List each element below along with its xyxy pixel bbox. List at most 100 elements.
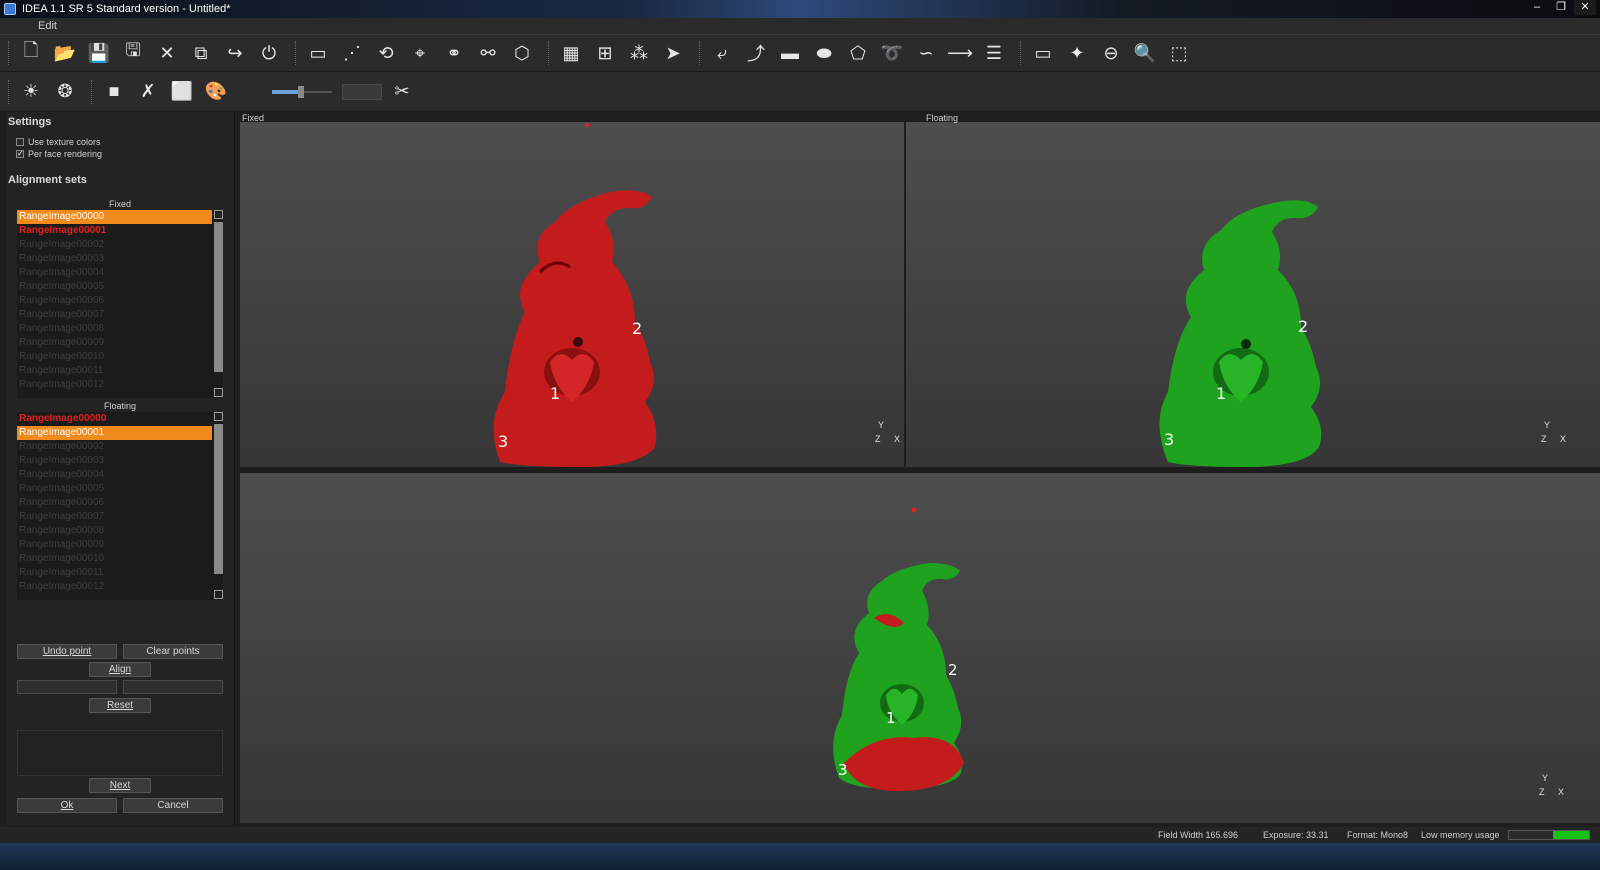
- save-as-icon[interactable]: 🖫: [119, 39, 147, 67]
- light-icon[interactable]: ☀: [17, 78, 45, 106]
- merged-viewport[interactable]: 1 2 3 Y Z X: [240, 473, 1600, 823]
- scatter-icon[interactable]: ⁂: [625, 39, 653, 67]
- curve-icon[interactable]: ⤴: [742, 39, 770, 67]
- layers-icon[interactable]: ☰: [980, 39, 1008, 67]
- power-icon[interactable]: ⏻: [255, 39, 283, 67]
- floating-scrollbar[interactable]: [214, 424, 223, 574]
- align-button[interactable]: Align: [89, 662, 151, 677]
- close-button[interactable]: ✕: [1574, 0, 1596, 15]
- tools-icon[interactable]: ✂: [388, 78, 416, 106]
- zoom-icon[interactable]: 🔍: [1131, 39, 1159, 67]
- list-item[interactable]: RangeImage00007: [17, 308, 212, 322]
- rectangle-icon[interactable]: ▬: [776, 39, 804, 67]
- list-item[interactable]: RangeImage00001: [17, 224, 212, 238]
- undo-point-button[interactable]: Undo point: [17, 644, 117, 659]
- floating-viewport[interactable]: 1 2 3 Y Z X: [906, 122, 1600, 467]
- result-field-left: [17, 680, 117, 694]
- align-icon[interactable]: ⌖: [406, 39, 434, 67]
- next-button[interactable]: Next: [89, 778, 151, 793]
- bend-icon[interactable]: ⤶: [708, 39, 736, 67]
- list-item[interactable]: RangeImage00011: [17, 364, 212, 378]
- list-item[interactable]: RangeImage00000: [17, 210, 212, 224]
- fixed-scrollbar[interactable]: [214, 222, 223, 372]
- restore-button[interactable]: ❐: [1550, 0, 1572, 15]
- plane-icon[interactable]: ⊖: [1097, 39, 1125, 67]
- fixed-viewport[interactable]: 1 2 3 Y Z X: [240, 122, 904, 467]
- polygon-icon[interactable]: ⬠: [844, 39, 872, 67]
- list-item[interactable]: RangeImage00011: [17, 566, 212, 580]
- window-icon[interactable]: ▭: [1029, 39, 1057, 67]
- menu-edit[interactable]: Edit: [38, 20, 57, 32]
- per-face-rendering-checkbox[interactable]: ✓ Per face rendering: [7, 148, 234, 160]
- toolbar-separator: [295, 41, 298, 65]
- list-item[interactable]: RangeImage00010: [17, 552, 212, 566]
- list-item[interactable]: RangeImage00002: [17, 238, 212, 252]
- toolbar-separator: [1020, 41, 1023, 65]
- fixed-select-all-checkbox[interactable]: [214, 210, 223, 219]
- list-item[interactable]: RangeImage00012: [17, 580, 212, 594]
- list-item[interactable]: RangeImage00006: [17, 294, 212, 308]
- list-item[interactable]: RangeImage00009: [17, 538, 212, 552]
- slider-value-field[interactable]: [342, 83, 382, 100]
- cube-icon[interactable]: ⬚: [1165, 39, 1193, 67]
- list-item[interactable]: RangeImage00001: [17, 426, 212, 440]
- checkbox-box-checked[interactable]: ✓: [16, 150, 24, 158]
- list-item[interactable]: RangeImage00007: [17, 510, 212, 524]
- matrix-icon[interactable]: ⊞: [591, 39, 619, 67]
- list-item[interactable]: RangeImage00003: [17, 252, 212, 266]
- floating-select-all-checkbox[interactable]: [214, 412, 223, 421]
- list-item[interactable]: RangeImage00005: [17, 482, 212, 496]
- opacity-slider[interactable]: [272, 85, 332, 98]
- list-item[interactable]: RangeImage00002: [17, 440, 212, 454]
- checkbox-box[interactable]: [16, 138, 24, 146]
- ok-button[interactable]: Ok: [17, 798, 117, 813]
- slider-knob[interactable]: [298, 85, 304, 98]
- lasso-icon[interactable]: ➰: [878, 39, 906, 67]
- line-icon[interactable]: ∽: [912, 39, 940, 67]
- view-toolbar: ☀ ❂ ■ ✗ ⬜ 🎨 ✂: [0, 72, 1600, 112]
- list-item[interactable]: RangeImage00004: [17, 266, 212, 280]
- scanner-icon[interactable]: ▭: [304, 39, 332, 67]
- floating-bottom-checkbox[interactable]: [214, 590, 223, 599]
- ellipse-icon[interactable]: ⬬: [810, 39, 838, 67]
- copy-icon[interactable]: ⧉: [187, 39, 215, 67]
- grid-icon[interactable]: ▦: [557, 39, 585, 67]
- rotate-icon[interactable]: ⟲: [372, 39, 400, 67]
- list-item[interactable]: RangeImage00010: [17, 350, 212, 364]
- list-item[interactable]: RangeImage00009: [17, 336, 212, 350]
- list-item[interactable]: RangeImage00008: [17, 524, 212, 538]
- use-texture-colors-checkbox[interactable]: Use texture colors: [7, 136, 234, 148]
- app-icon: [4, 3, 16, 15]
- color-icon[interactable]: ⬜: [168, 78, 196, 106]
- cancel-button[interactable]: Cancel: [123, 798, 223, 813]
- list-item[interactable]: RangeImage00003: [17, 454, 212, 468]
- shader-icon[interactable]: ❂: [51, 78, 79, 106]
- list-item[interactable]: RangeImage00012: [17, 378, 212, 392]
- palette-icon[interactable]: 🎨: [202, 78, 230, 106]
- list-item[interactable]: RangeImage00000: [17, 412, 212, 426]
- open-icon[interactable]: 📂: [51, 39, 79, 67]
- wand-icon[interactable]: ✗: [134, 78, 162, 106]
- fixed-bottom-checkbox[interactable]: [214, 388, 223, 397]
- merge-icon[interactable]: ⚭: [440, 39, 468, 67]
- minimize-button[interactable]: –: [1526, 0, 1548, 15]
- points-icon[interactable]: ⋰: [338, 39, 366, 67]
- clear-points-button[interactable]: Clear points: [123, 644, 223, 659]
- new-icon[interactable]: 🗋: [17, 39, 45, 67]
- list-item[interactable]: RangeImage00005: [17, 280, 212, 294]
- save-icon[interactable]: 💾: [85, 39, 113, 67]
- list-item[interactable]: RangeImage00004: [17, 468, 212, 482]
- brightness-icon[interactable]: ✦: [1063, 39, 1091, 67]
- ruler-icon[interactable]: ⟶: [946, 39, 974, 67]
- square-icon[interactable]: ■: [100, 78, 128, 106]
- reset-button[interactable]: Reset: [89, 698, 151, 713]
- delete-icon[interactable]: ✕: [153, 39, 181, 67]
- axis-z-label: Z: [875, 434, 881, 444]
- network-icon[interactable]: ⚯: [474, 39, 502, 67]
- arrow-icon[interactable]: ➤: [659, 39, 687, 67]
- mesh-icon[interactable]: ⬡: [508, 39, 536, 67]
- list-item[interactable]: RangeImage00008: [17, 322, 212, 336]
- list-item[interactable]: RangeImage00006: [17, 496, 212, 510]
- memory-usage-fill: [1553, 831, 1589, 839]
- redo-icon[interactable]: ↪: [221, 39, 249, 67]
